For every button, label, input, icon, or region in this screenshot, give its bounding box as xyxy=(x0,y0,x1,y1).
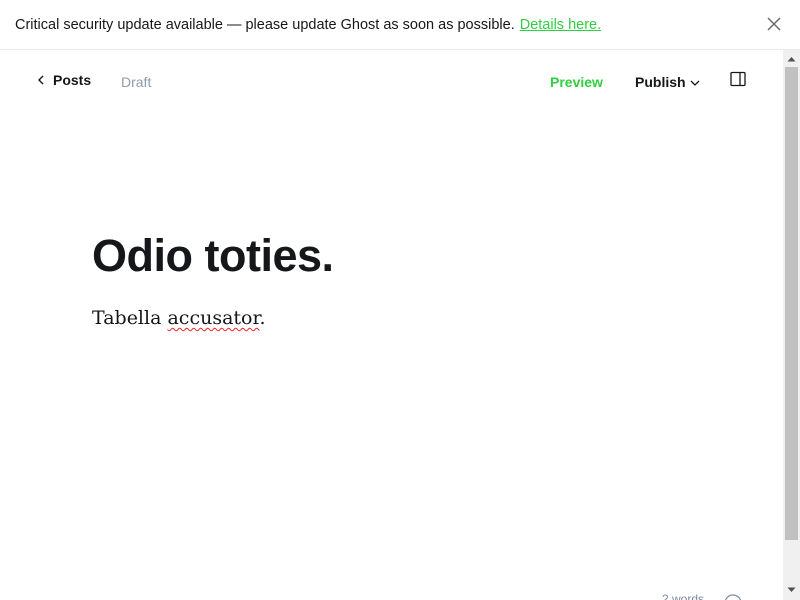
update-banner: Critical security update available — ple… xyxy=(0,0,800,50)
banner-message: Critical security update available — ple… xyxy=(15,16,515,33)
preview-button[interactable]: Preview xyxy=(550,74,603,90)
editor-area: Posts Draft Preview Publish Odio toties.… xyxy=(0,50,783,600)
close-icon[interactable] xyxy=(766,16,782,32)
sidebar-toggle-icon[interactable] xyxy=(730,71,746,87)
body-punctuation: . xyxy=(259,307,266,329)
back-to-posts-link[interactable]: Posts xyxy=(38,72,91,88)
back-label: Posts xyxy=(53,72,92,88)
editor-toolbar: Posts Draft Preview Publish xyxy=(0,50,783,114)
scroll-up-arrow-icon[interactable] xyxy=(787,56,796,62)
word-count: 2 words xyxy=(662,592,705,600)
publish-label: Publish xyxy=(635,74,686,90)
banner-details-link[interactable]: Details here. xyxy=(520,17,601,33)
scroll-down-arrow-icon[interactable] xyxy=(787,587,796,593)
scrollbar-thumb[interactable] xyxy=(785,67,798,540)
chevron-left-icon xyxy=(38,75,44,85)
post-status: Draft xyxy=(121,74,152,90)
misspelled-word: accusator xyxy=(167,307,260,329)
chevron-down-icon xyxy=(690,80,700,86)
help-icon[interactable] xyxy=(724,594,742,600)
publish-button[interactable]: Publish xyxy=(635,74,700,90)
body-word: Tabella xyxy=(92,307,162,329)
post-title[interactable]: Odio toties. xyxy=(92,230,334,282)
post-body[interactable]: Tabella accusator. xyxy=(92,307,266,329)
scrollbar[interactable] xyxy=(783,50,800,600)
